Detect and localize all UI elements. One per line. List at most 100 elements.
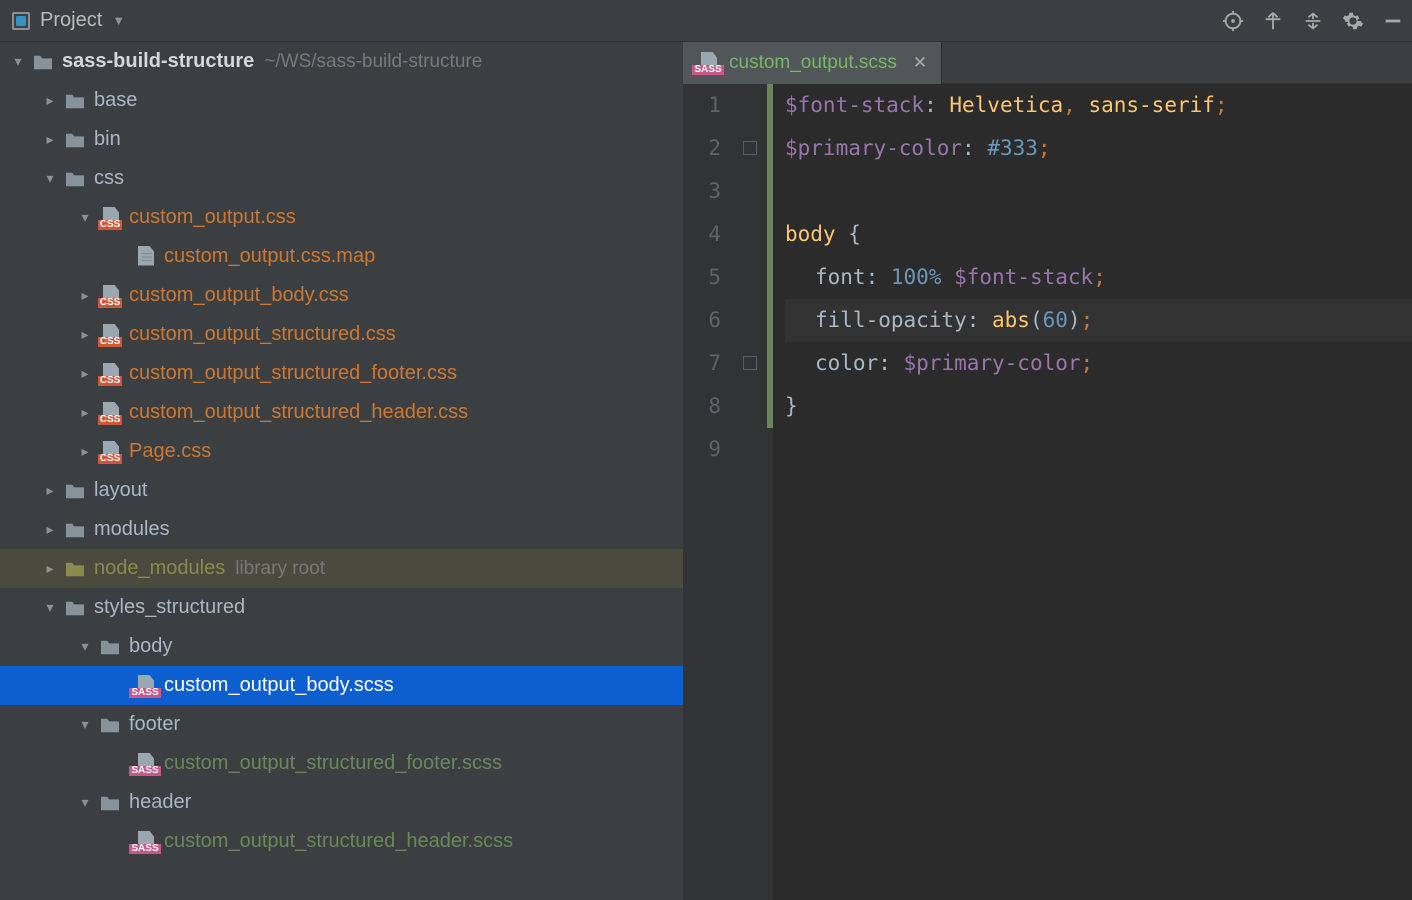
project-icon bbox=[12, 12, 30, 30]
code-line: body { bbox=[785, 213, 1412, 256]
chevron-down-icon[interactable] bbox=[8, 53, 28, 70]
folder-icon bbox=[64, 131, 86, 149]
tree-item-label: custom_output_structured_footer.scss bbox=[164, 752, 502, 775]
line-number: 8 bbox=[683, 385, 721, 428]
code-content[interactable]: $font-stack: Helvetica, sans-serif; $pri… bbox=[773, 84, 1412, 900]
library-folder-icon bbox=[64, 560, 86, 578]
library-root-suffix: library root bbox=[235, 558, 325, 580]
code-line bbox=[785, 428, 1412, 471]
chevron-right-icon[interactable] bbox=[75, 326, 95, 343]
project-dropdown-button[interactable]: Project ▼ bbox=[12, 9, 125, 32]
chevron-down-icon[interactable] bbox=[75, 716, 95, 733]
chevron-down-icon[interactable] bbox=[40, 170, 60, 187]
tree-file-custom-output-css[interactable]: CSS custom_output.css bbox=[0, 198, 683, 237]
file-icon bbox=[134, 246, 156, 268]
tree-root[interactable]: sass-build-structure ~/WS/sass-build-str… bbox=[0, 42, 683, 81]
code-line: font: 100% $font-stack; bbox=[785, 256, 1412, 299]
tree-item-label: styles_structured bbox=[94, 596, 245, 619]
chevron-right-icon[interactable] bbox=[40, 521, 60, 538]
tree-item-label: layout bbox=[94, 479, 147, 502]
tree-item-label: footer bbox=[129, 713, 180, 736]
folder-icon bbox=[99, 716, 121, 734]
folder-icon bbox=[64, 92, 86, 110]
sass-file-icon: SASS bbox=[134, 831, 156, 853]
tree-folder-layout[interactable]: layout bbox=[0, 471, 683, 510]
chevron-right-icon[interactable] bbox=[40, 482, 60, 499]
tree-folder-node-modules[interactable]: node_modules library root bbox=[0, 549, 683, 588]
tree-file-custom-output-body-scss[interactable]: SASS custom_output_body.scss bbox=[0, 666, 683, 705]
tab-title: custom_output.scss bbox=[729, 52, 897, 74]
project-tree[interactable]: sass-build-structure ~/WS/sass-build-str… bbox=[0, 42, 683, 900]
breakpoint-marker[interactable] bbox=[743, 141, 757, 155]
line-number: 6 bbox=[683, 299, 721, 342]
sass-file-icon: SASS bbox=[134, 753, 156, 775]
tree-item-label: custom_output.css bbox=[129, 206, 296, 229]
tree-file-custom-output-body-css[interactable]: CSS custom_output_body.css bbox=[0, 276, 683, 315]
tree-file-page-css[interactable]: CSS Page.css bbox=[0, 432, 683, 471]
css-file-icon: CSS bbox=[99, 324, 121, 346]
sass-file-icon: SASS bbox=[697, 52, 719, 74]
tree-file-custom-output-structured-header-css[interactable]: CSS custom_output_structured_header.css bbox=[0, 393, 683, 432]
chevron-right-icon[interactable] bbox=[75, 287, 95, 304]
code-editor[interactable]: 1 2 3 4 5 6 7 8 9 $font-stack: Helvetica… bbox=[683, 84, 1412, 900]
tree-item-label: Page.css bbox=[129, 440, 211, 463]
tree-file-custom-output-structured-footer-scss[interactable]: SASS custom_output_structured_footer.scs… bbox=[0, 744, 683, 783]
code-line: $primary-color: #333; bbox=[785, 127, 1412, 170]
tree-folder-bin[interactable]: bin bbox=[0, 120, 683, 159]
tree-file-custom-output-structured-header-scss[interactable]: SASS custom_output_structured_header.scs… bbox=[0, 822, 683, 861]
folder-icon bbox=[64, 482, 86, 500]
tree-folder-modules[interactable]: modules bbox=[0, 510, 683, 549]
line-number: 4 bbox=[683, 213, 721, 256]
tree-item-label: custom_output_body.css bbox=[129, 284, 349, 307]
tree-item-label: body bbox=[129, 635, 172, 658]
editor-tab-bar: SASS custom_output.scss ✕ bbox=[683, 42, 1412, 84]
code-line: color: $primary-color; bbox=[785, 342, 1412, 385]
chevron-right-icon[interactable] bbox=[75, 404, 95, 421]
folder-icon bbox=[64, 521, 86, 539]
tree-folder-css[interactable]: css bbox=[0, 159, 683, 198]
chevron-right-icon[interactable] bbox=[75, 365, 95, 382]
chevron-down-icon[interactable] bbox=[75, 794, 95, 811]
chevron-right-icon[interactable] bbox=[40, 131, 60, 148]
chevron-right-icon[interactable] bbox=[75, 443, 95, 460]
css-file-icon: CSS bbox=[99, 207, 121, 229]
tree-folder-footer[interactable]: footer bbox=[0, 705, 683, 744]
tree-file-custom-output-css-map[interactable]: custom_output.css.map bbox=[0, 237, 683, 276]
css-file-icon: CSS bbox=[99, 285, 121, 307]
tree-folder-styles-structured[interactable]: styles_structured bbox=[0, 588, 683, 627]
dropdown-icon: ▼ bbox=[112, 13, 125, 28]
chevron-down-icon[interactable] bbox=[40, 599, 60, 616]
chevron-right-icon[interactable] bbox=[40, 92, 60, 109]
folder-icon bbox=[99, 794, 121, 812]
tree-item-label: custom_output_structured_footer.css bbox=[129, 362, 457, 385]
code-line: } bbox=[785, 385, 1412, 428]
collapse-all-icon[interactable] bbox=[1302, 10, 1324, 32]
line-number: 1 bbox=[683, 84, 721, 127]
tree-file-custom-output-structured-css[interactable]: CSS custom_output_structured.css bbox=[0, 315, 683, 354]
hide-icon[interactable] bbox=[1382, 10, 1404, 32]
tree-item-label: custom_output_body.scss bbox=[164, 674, 394, 697]
chevron-right-icon[interactable] bbox=[40, 560, 60, 577]
chevron-down-icon[interactable] bbox=[75, 638, 95, 655]
tree-item-label: node_modules bbox=[94, 557, 225, 580]
locate-icon[interactable] bbox=[1222, 10, 1244, 32]
close-icon[interactable]: ✕ bbox=[913, 53, 927, 73]
tree-file-custom-output-structured-footer-css[interactable]: CSS custom_output_structured_footer.css bbox=[0, 354, 683, 393]
folder-icon bbox=[64, 599, 86, 617]
tree-folder-base[interactable]: base bbox=[0, 81, 683, 120]
css-file-icon: CSS bbox=[99, 441, 121, 463]
editor-margin bbox=[733, 84, 767, 900]
tree-root-label: sass-build-structure bbox=[62, 50, 254, 73]
tree-folder-header[interactable]: header bbox=[0, 783, 683, 822]
line-number: 9 bbox=[683, 428, 721, 471]
css-file-icon: CSS bbox=[99, 402, 121, 424]
tree-folder-body[interactable]: body bbox=[0, 627, 683, 666]
settings-icon[interactable] bbox=[1342, 10, 1364, 32]
line-number: 2 bbox=[683, 127, 721, 170]
breakpoint-marker[interactable] bbox=[743, 356, 757, 370]
tree-item-label: modules bbox=[94, 518, 170, 541]
editor-tab[interactable]: SASS custom_output.scss ✕ bbox=[683, 42, 942, 84]
expand-all-icon[interactable] bbox=[1262, 10, 1284, 32]
tree-item-label: bin bbox=[94, 128, 121, 151]
chevron-down-icon[interactable] bbox=[75, 209, 95, 226]
